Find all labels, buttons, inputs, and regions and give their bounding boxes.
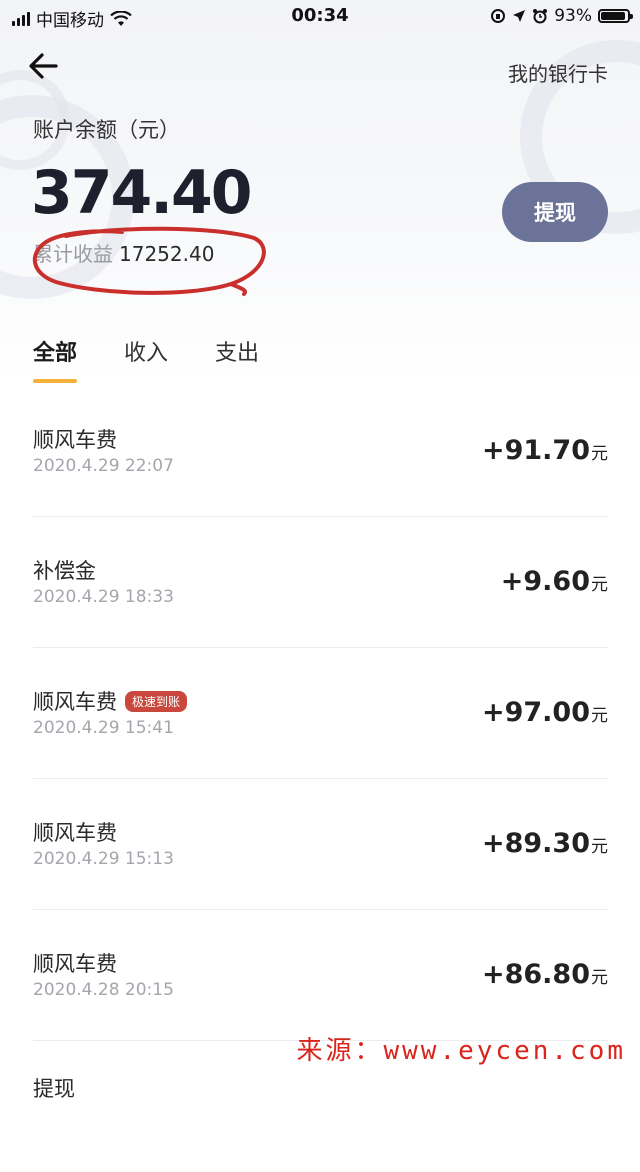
transaction-row[interactable]: 顺风车费 2020.4.29 15:13 +89.30元 [0, 779, 640, 910]
status-bar: 中国移动 00:34 93% [0, 0, 640, 34]
transaction-title-text: 补偿金 [33, 559, 96, 583]
transaction-title: 顺风车费 [33, 424, 117, 454]
balance-label: 账户余额（元） [33, 118, 180, 142]
transaction-amount: +9.60元 [501, 566, 608, 597]
withdraw-button[interactable]: 提现 [502, 182, 608, 242]
income-value: 17252.40 [119, 242, 215, 266]
transaction-row[interactable]: 补偿金 2020.4.29 18:33 +9.60元 [0, 517, 640, 648]
amount-unit: 元 [591, 968, 608, 988]
rotation-lock-icon [491, 9, 506, 23]
transaction-title: 补偿金 [33, 555, 96, 585]
amount-value: +89.30 [481, 828, 590, 859]
transaction-title-text: 顺风车费 [33, 821, 117, 845]
amount-unit: 元 [591, 837, 608, 857]
amount-value: +97.00 [481, 697, 590, 728]
amount-unit: 元 [591, 444, 608, 464]
battery-percent: 93% [554, 6, 592, 26]
transaction-date: 2020.4.28 20:15 [33, 980, 174, 1000]
transaction-date: 2020.4.29 15:13 [33, 849, 174, 869]
transaction-row[interactable]: 顺风车费 极速到账 2020.4.29 15:41 +97.00元 [0, 648, 640, 779]
amount-unit: 元 [591, 575, 608, 595]
transaction-date: 2020.4.29 22:07 [33, 456, 174, 476]
transaction-title-text: 顺风车费 [33, 690, 117, 714]
source-watermark: 来源：www.eycen.com [296, 1036, 626, 1066]
transaction-row[interactable]: 顺风车费 2020.4.29 22:07 +91.70元 [0, 386, 640, 517]
transaction-amount: +89.30元 [482, 828, 608, 859]
alarm-icon [533, 9, 548, 24]
arrow-left-icon [29, 53, 58, 79]
location-icon [513, 10, 526, 22]
transaction-title: 顺风车费 [33, 817, 117, 847]
status-bar-right: 93% [490, 6, 633, 26]
transaction-amount: +91.70元 [482, 435, 608, 466]
transaction-date: 2020.4.29 15:41 [33, 718, 174, 738]
transaction-title: 顺风车费 [33, 948, 117, 978]
amount-value: +91.70 [481, 435, 590, 466]
fast-arrival-badge: 极速到账 [125, 690, 188, 712]
amount-value: +9.60 [500, 566, 590, 597]
transaction-title-text: 顺风车费 [33, 428, 117, 452]
my-bank-card-link[interactable]: 我的银行卡 [508, 58, 608, 87]
balance-amount: 374.40 [31, 158, 253, 228]
transaction-title-text: 顺风车费 [33, 952, 117, 976]
cumulative-income: 累计收益 17252.40 [33, 238, 214, 267]
income-label: 累计收益 [33, 242, 113, 266]
transaction-title: 顺风车费 极速到账 [33, 686, 188, 716]
transaction-amount: +86.80元 [482, 959, 608, 990]
tab-all[interactable]: 全部 [33, 335, 77, 385]
transaction-date: 2020.4.29 18:33 [33, 587, 174, 607]
back-button[interactable] [26, 50, 66, 84]
transaction-title: 提现 [33, 1077, 75, 1101]
transaction-row[interactable]: 顺风车费 2020.4.28 20:15 +86.80元 [0, 910, 640, 1041]
battery-icon [598, 9, 633, 23]
tab-expense[interactable]: 支出 [215, 335, 259, 385]
tab-income[interactable]: 收入 [124, 335, 168, 385]
transaction-amount: +97.00元 [482, 697, 608, 728]
active-tab-indicator [33, 379, 77, 383]
amount-unit: 元 [591, 706, 608, 726]
filter-tabs: 全部 收入 支出 [33, 335, 259, 385]
amount-value: +86.80 [481, 959, 590, 990]
